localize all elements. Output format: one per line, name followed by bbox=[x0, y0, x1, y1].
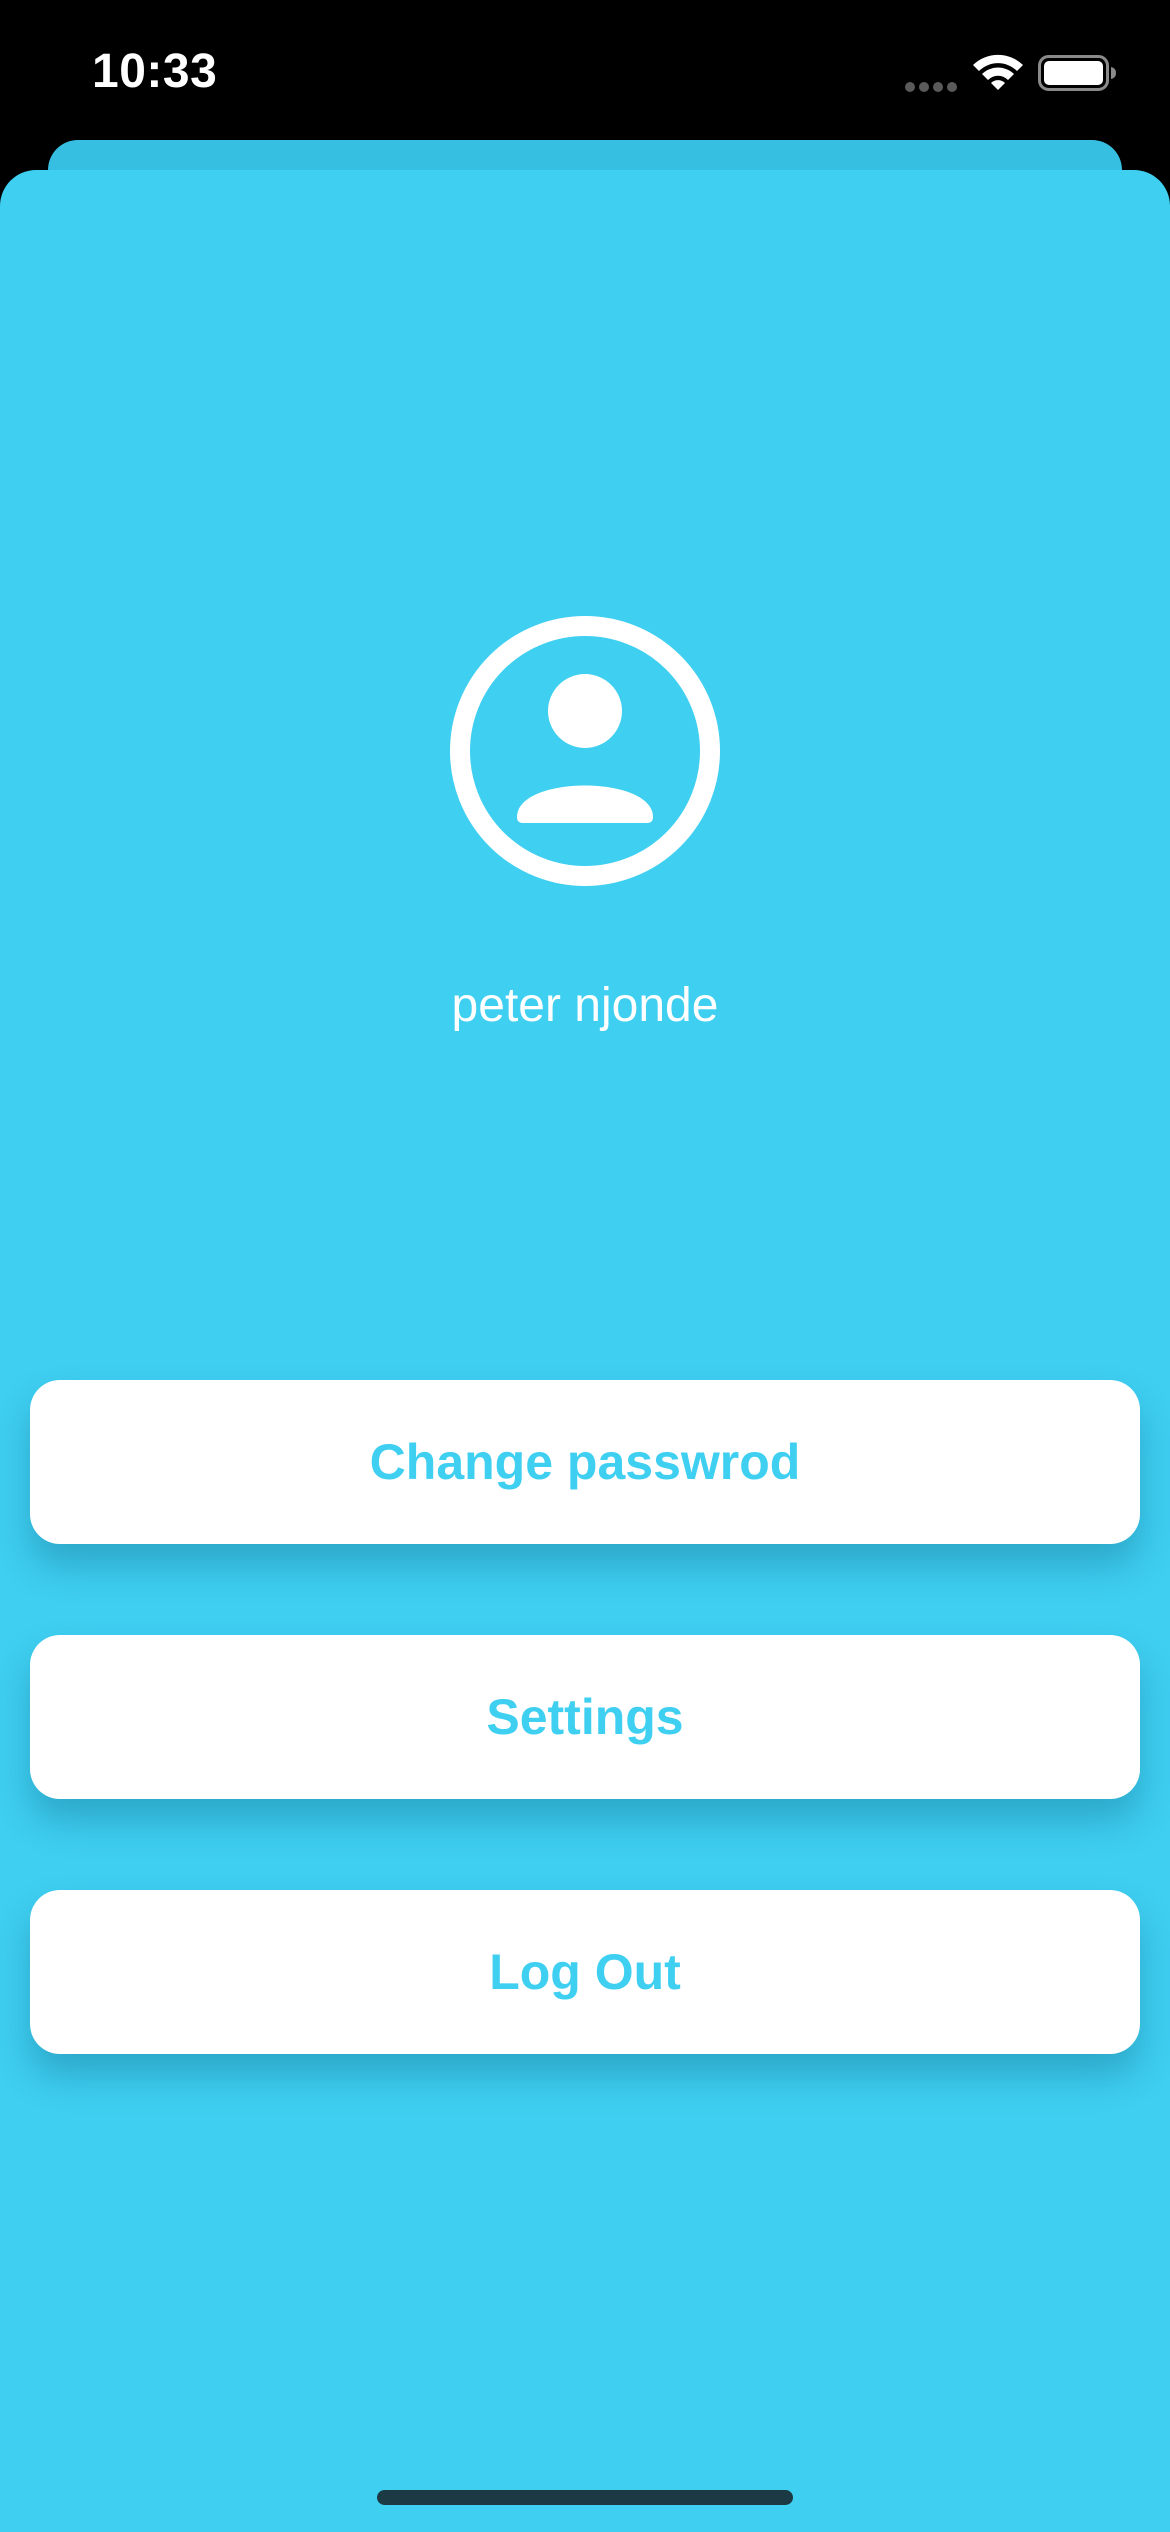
status-time: 10:33 bbox=[92, 45, 218, 98]
status-bar: 10:33 bbox=[0, 0, 1170, 150]
user-name: peter njonde bbox=[451, 979, 719, 1032]
wifi-icon bbox=[973, 54, 1023, 90]
change-password-button[interactable]: Change passwrod bbox=[30, 1380, 1140, 1544]
profile-sheet bbox=[0, 170, 1170, 2532]
home-indicator[interactable] bbox=[377, 2490, 793, 2505]
settings-button[interactable]: Settings bbox=[30, 1635, 1140, 1799]
battery-icon bbox=[1038, 55, 1116, 91]
cellular-signal-icon bbox=[905, 82, 957, 92]
person-circle-icon bbox=[450, 616, 720, 886]
log-out-button[interactable]: Log Out bbox=[30, 1890, 1140, 2054]
